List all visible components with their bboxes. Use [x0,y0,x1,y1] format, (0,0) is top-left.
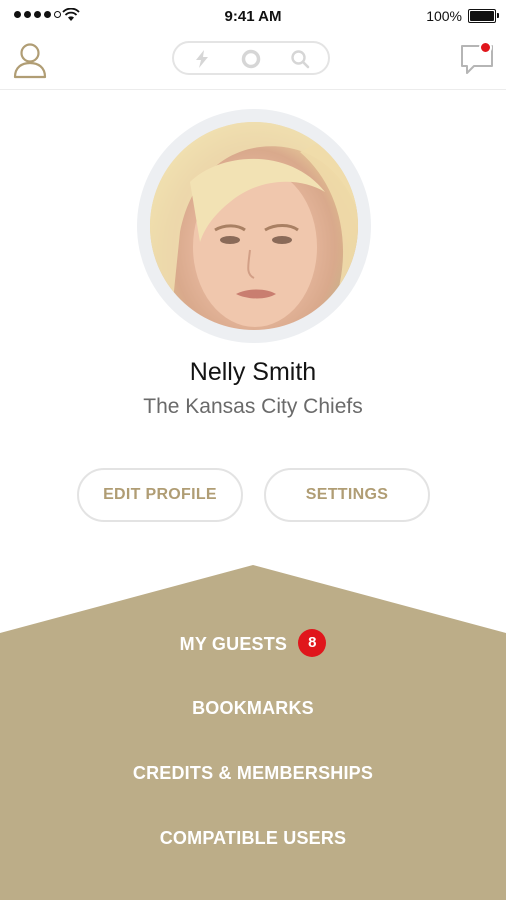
search-icon[interactable] [290,49,310,69]
menu-item-credits-memberships[interactable]: CREDITS & MEMBERSHIPS [0,763,506,784]
profile-team: The Kansas City Chiefs [143,395,363,418]
edit-profile-button[interactable]: EDIT PROFILE [77,468,243,522]
profile-name: Nelly Smith [189,358,317,386]
menu-item-compatible-users[interactable]: COMPATIBLE USERS [0,828,506,849]
menu-item-bookmarks[interactable]: BOOKMARKS [0,698,506,719]
messages-button[interactable] [460,41,494,76]
menu-item-label: COMPATIBLE USERS [159,828,347,848]
battery-icon [468,9,499,23]
circle-icon[interactable] [241,49,261,69]
menu-item-label: MY GUESTS [179,633,288,654]
settings-button[interactable]: SETTINGS [264,468,430,522]
menu-item-label: BOOKMARKS [192,698,314,718]
bolt-icon[interactable] [192,49,212,69]
status-bar: 9:41 AM 100% [0,0,506,32]
avatar[interactable] [150,122,358,330]
avatar-photo [150,122,358,330]
person-icon[interactable] [12,40,48,80]
notification-dot [479,41,492,54]
nav-bar [0,32,506,90]
mode-switcher [172,41,330,75]
menu-background [0,565,506,900]
menu-item-my-guests[interactable]: MY GUESTS 8 [0,629,506,659]
guests-count-badge: 8 [298,629,327,657]
battery-percent: 100% [426,8,462,24]
menu-item-label: CREDITS & MEMBERSHIPS [132,763,374,783]
